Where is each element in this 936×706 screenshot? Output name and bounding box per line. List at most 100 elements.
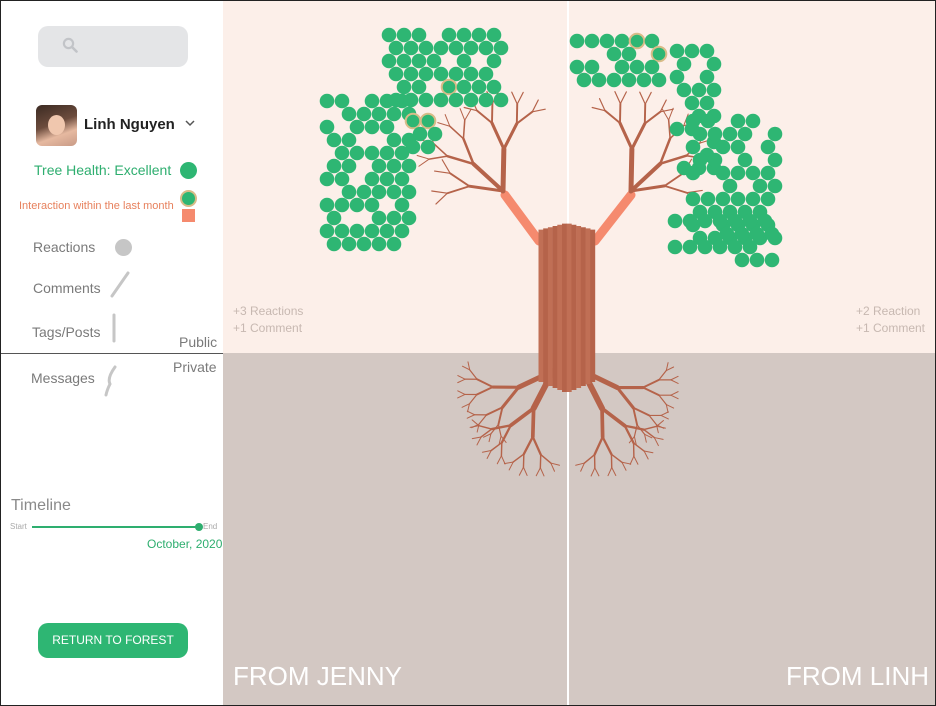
app-frame: Linh Nguyen Tree Health: Excellent Inter… [0,0,936,706]
leaf [420,139,436,155]
search-input[interactable] [38,26,188,67]
leaf [401,210,417,226]
leaf [396,27,412,43]
leaf [486,53,502,69]
avatar[interactable] [36,105,77,146]
leaf [699,69,715,85]
leaf [371,210,387,226]
leaf [767,126,783,142]
leaf [712,239,728,255]
leaf [319,223,335,239]
leaf [379,223,395,239]
leaf [401,158,417,174]
timeline-handle[interactable] [195,523,203,531]
leaf [433,66,449,82]
leaf [448,92,464,108]
leaf [636,72,652,88]
tags-posts-label: Tags/Posts [32,324,101,340]
branch [628,146,635,194]
leaf [386,158,402,174]
messages-label: Messages [31,370,95,386]
leaf [621,72,637,88]
leaf [576,72,592,88]
timeline-slider[interactable] [32,526,199,528]
leaf [433,92,449,108]
branch [500,146,507,194]
leaf [441,27,457,43]
leaf [712,213,728,229]
leaf [700,113,716,129]
relationship-tree [223,1,935,705]
leaf [412,126,428,142]
leaf [493,92,509,108]
leaf [371,106,387,122]
leaf [426,53,442,69]
leaf [326,210,342,226]
left-reactions-count: +3 Reactions [233,304,304,318]
leaf [707,126,723,142]
leaf [486,27,502,43]
leaf [692,126,708,142]
leaf [379,145,395,161]
leaf [742,213,758,229]
leaf [319,93,335,109]
leaf [463,66,479,82]
leaf [478,92,494,108]
user-name[interactable]: Linh Nguyen [84,116,175,133]
leaf [591,72,607,88]
leaf [621,46,637,62]
leaf [745,191,761,207]
leaf [734,226,750,242]
leaf [767,152,783,168]
ground-area [223,353,935,705]
leaf [760,165,776,181]
leaf [319,171,335,187]
leaf [764,252,780,268]
chevron-down-icon[interactable] [184,118,196,128]
leaf [349,145,365,161]
return-to-forest-button[interactable]: RETURN TO FOREST [38,623,188,658]
leaf [394,223,410,239]
leaf [411,79,427,95]
leaf [418,66,434,82]
leaf [569,33,585,49]
leaf [691,82,707,98]
leaf [463,40,479,56]
from-linh-label: FROM LINH [786,661,929,691]
leaf [471,27,487,43]
leaf [767,178,783,194]
leaf [356,106,372,122]
leaf [386,106,402,122]
timeline-date: October, 2020 [147,537,223,551]
sidebar-divider [1,353,223,354]
private-label: Private [173,359,217,375]
comments-label: Comments [33,280,101,296]
leaf [471,79,487,95]
leaf [427,126,443,142]
leaf [722,126,738,142]
leaf [722,178,738,194]
leaf [396,79,412,95]
leaf [569,59,585,75]
leaf [684,43,700,59]
leaf [584,33,600,49]
leaf [737,152,753,168]
root [600,406,605,439]
leaf [669,69,685,85]
leaf [386,210,402,226]
root [530,406,536,439]
leaf [456,27,472,43]
leaf [334,171,350,187]
leaf [730,113,746,129]
leaf [685,113,701,129]
leaf [326,158,342,174]
leaf [319,197,335,213]
leaf [401,184,417,200]
leaf [651,72,667,88]
leaf [405,139,421,155]
leaf [356,236,372,252]
leaf [760,139,776,155]
leaf [715,191,731,207]
timeline-end-label: End [203,522,218,531]
timeline-title: Timeline [11,497,71,514]
